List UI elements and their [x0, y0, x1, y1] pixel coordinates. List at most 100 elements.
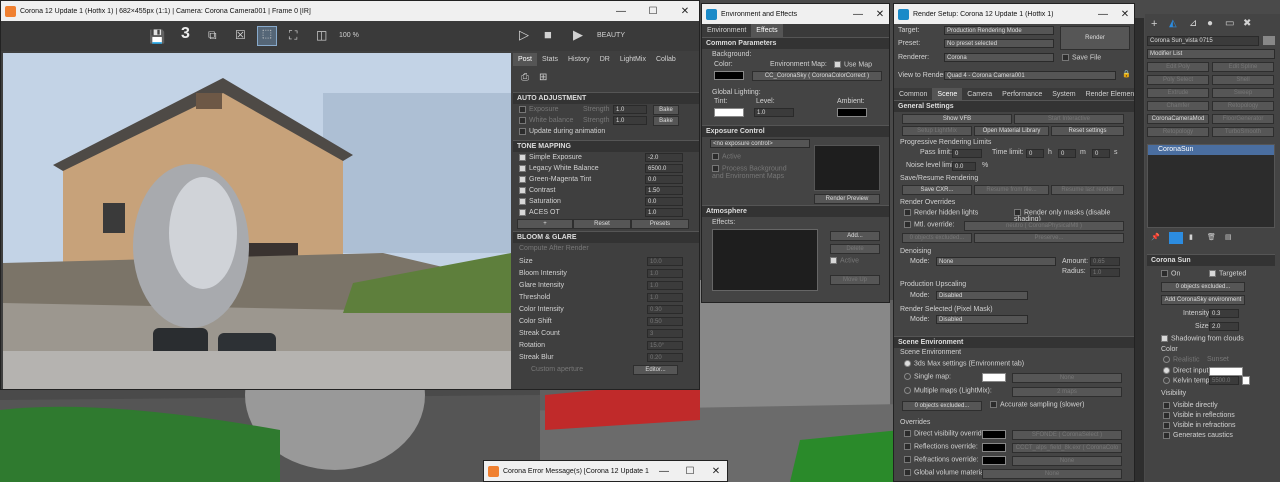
max-env-radio[interactable] — [904, 360, 911, 367]
global-volume-button[interactable]: None — [982, 469, 1122, 479]
make-unique-icon[interactable]: ▮ — [1189, 233, 1193, 241]
active-checkbox[interactable] — [712, 153, 719, 160]
scene-env-header[interactable]: Scene Environment — [894, 336, 1134, 348]
vfb-window[interactable]: Corona 12 Update 1 (Hotfix 1) | 682×455p… — [0, 0, 700, 390]
zoom-level[interactable]: 100 % — [339, 32, 359, 39]
wb-checkbox[interactable] — [519, 116, 526, 124]
tab-post[interactable]: Post — [513, 53, 538, 66]
use-map-checkbox[interactable] — [834, 61, 841, 68]
tone-row-value[interactable]: 1.50 — [645, 186, 683, 195]
tab-collab[interactable]: Collab — [651, 53, 681, 66]
pixmask-mode-dropdown[interactable]: Disabled — [936, 315, 1028, 324]
env-minimize-icon[interactable]: — — [849, 9, 867, 20]
save-file-checkbox[interactable] — [1062, 54, 1069, 61]
tab-common[interactable]: Common — [894, 88, 932, 100]
bloom-row-value[interactable]: 0.20 — [647, 353, 683, 362]
renderer-dropdown[interactable]: Corona — [944, 53, 1054, 62]
display-tab-icon[interactable]: ▭ — [1225, 18, 1234, 29]
radius-field[interactable]: 1.0 — [1090, 268, 1120, 277]
process-bg-checkbox[interactable] — [712, 165, 719, 172]
add-effect-button[interactable]: Add... — [830, 231, 880, 241]
view-dropdown[interactable]: Quad 4 - Corona Camera001 — [944, 71, 1116, 80]
modify-tab-icon[interactable]: ◭ — [1169, 18, 1177, 29]
rs-minimize-icon[interactable]: — — [1094, 9, 1112, 20]
modifier-button[interactable]: FloorGenerator — [1212, 114, 1274, 124]
tone-row-checkbox[interactable] — [519, 197, 526, 205]
exposure-strength-field[interactable]: 1.0 — [613, 105, 647, 114]
modifier-button[interactable]: CoronaCameraMod — [1147, 114, 1209, 124]
single-map-swatch[interactable] — [982, 373, 1006, 382]
delete-effect-button[interactable]: Delete — [830, 244, 880, 254]
tone-row-value[interactable]: 0.0 — [645, 175, 683, 184]
split-icon[interactable]: ◫ — [316, 28, 327, 42]
tab-stats[interactable]: Stats — [537, 53, 563, 66]
accurate-sampling-checkbox[interactable] — [990, 401, 997, 408]
utilities-tab-icon[interactable]: ✖ — [1243, 18, 1251, 29]
kelvin-field[interactable]: 5500.0 — [1209, 376, 1239, 385]
multi-map-button[interactable]: 2 maps — [1012, 387, 1122, 397]
interactive-icon[interactable]: ▶ — [573, 27, 583, 43]
ambient-swatch[interactable] — [837, 108, 867, 117]
env-titlebar[interactable]: Environment and Effects — ✕ — [702, 4, 889, 24]
load-post-icon[interactable]: ⊞ — [539, 72, 547, 83]
visibility-checkbox[interactable] — [1163, 401, 1170, 409]
exposure-control-header[interactable]: Exposure Control — [702, 125, 889, 137]
bloom-row-value[interactable]: 1.0 — [647, 281, 683, 290]
effect-active-checkbox[interactable] — [830, 257, 837, 264]
intensity-field[interactable]: 0.3 — [1209, 309, 1239, 318]
render-preview-button[interactable]: Render Preview — [814, 194, 880, 204]
direct-vis-button[interactable]: SFONDE ( CoronaSelect ) — [1012, 430, 1122, 440]
multi-map-radio[interactable] — [904, 387, 911, 394]
pass-limit-field[interactable]: 0 — [952, 149, 982, 158]
bloom-row-value[interactable]: 15.0° — [647, 341, 683, 350]
reflections-button[interactable]: CCCT_alps_field_8k.exr ( CoronaColo — [1012, 443, 1122, 453]
open-library-button[interactable]: Open Material Library — [974, 126, 1049, 136]
object-color-swatch[interactable] — [1263, 36, 1275, 45]
bloom-row-value[interactable]: 0.50 — [647, 317, 683, 326]
single-map-button[interactable]: None — [1012, 373, 1122, 383]
modifier-button[interactable]: Edit Poly — [1147, 62, 1209, 72]
shadowing-clouds-checkbox[interactable] — [1161, 335, 1168, 342]
effects-list[interactable] — [712, 229, 818, 291]
minimize-icon[interactable]: — — [607, 6, 635, 17]
global-volume-checkbox[interactable] — [904, 469, 911, 476]
targeted-checkbox[interactable] — [1209, 270, 1216, 277]
modifier-button[interactable]: Retopology — [1212, 101, 1274, 111]
target-dropdown[interactable]: Production Rendering Mode — [944, 26, 1054, 35]
preset-dropdown[interactable]: No preset selected — [944, 39, 1054, 48]
tab-effects[interactable]: Effects — [751, 24, 783, 37]
level-field[interactable]: 1.0 — [754, 108, 794, 117]
bg-color-swatch[interactable] — [714, 71, 744, 80]
copy-icon[interactable]: ⧉ — [208, 28, 217, 43]
stop-icon[interactable]: ■ — [544, 27, 552, 42]
tone-row-checkbox[interactable] — [519, 186, 526, 194]
show-end-result-icon[interactable] — [1169, 232, 1183, 244]
mtl-override-button[interactable]: neutro ( CoronaPhysicalMtl ) — [964, 221, 1124, 231]
reset-settings-button[interactable]: Reset settings — [1051, 126, 1124, 136]
resume-file-button[interactable]: Resume from file... — [974, 185, 1049, 195]
save-post-icon[interactable]: ⎙ — [521, 72, 529, 83]
bloom-header[interactable]: BLOOM & GLARE — [513, 231, 699, 243]
maximize-icon[interactable]: ☐ — [639, 6, 667, 17]
tab-dr[interactable]: DR — [595, 53, 615, 66]
common-params-header[interactable]: Common Parameters — [702, 37, 889, 49]
tab-lightmix[interactable]: LightMix — [615, 53, 651, 66]
tab-scene[interactable]: Scene — [932, 88, 963, 100]
tone-row-value[interactable]: 0.0 — [645, 197, 683, 206]
tone-row-checkbox[interactable] — [519, 153, 526, 161]
refractions-checkbox[interactable] — [904, 456, 911, 463]
tone-row-checkbox[interactable] — [519, 208, 526, 216]
editor-button[interactable]: Editor... — [633, 365, 678, 375]
render-button[interactable]: Render — [1060, 26, 1130, 50]
lock-icon[interactable]: 🔒 — [1122, 70, 1131, 78]
modifier-button[interactable]: Extrude — [1147, 88, 1209, 98]
environment-window[interactable]: Environment and Effects — ✕ Environment E… — [701, 3, 890, 303]
render-play-icon[interactable]: ▷ — [519, 27, 529, 43]
visibility-checkbox[interactable] — [1163, 411, 1170, 419]
refractions-swatch[interactable] — [982, 456, 1006, 465]
size-field[interactable]: 2.0 — [1209, 322, 1239, 331]
show-vfb-button[interactable]: Show VFB — [902, 114, 1012, 124]
move-up-button[interactable]: Move Up — [830, 275, 880, 285]
tone-row-value[interactable]: 6500.0 — [645, 164, 683, 173]
sun-objects-excluded-button[interactable]: 0 objects excluded... — [1161, 282, 1245, 292]
